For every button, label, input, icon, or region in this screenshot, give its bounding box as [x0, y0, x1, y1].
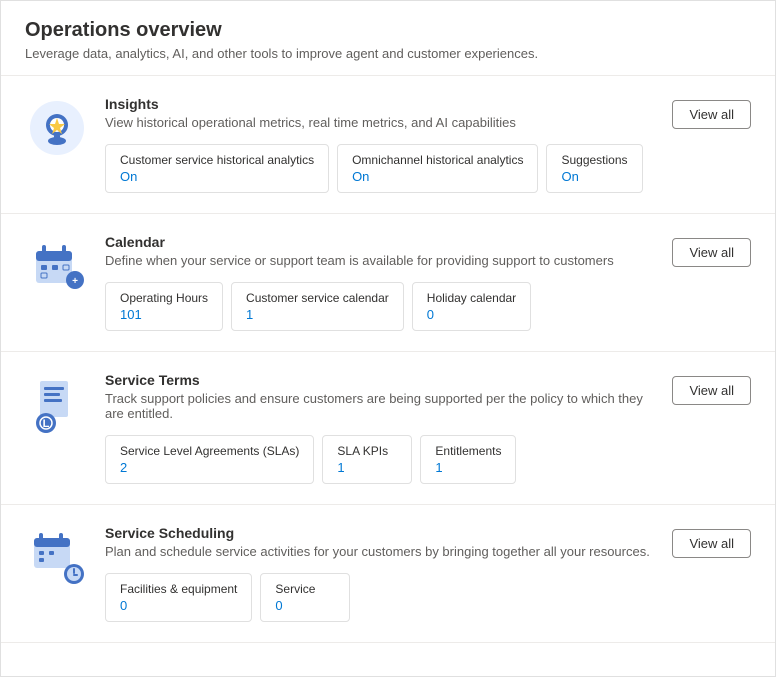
card-calendar-1[interactable]: Customer service calendar 1: [231, 282, 404, 331]
icon-service-terms: L: [25, 372, 89, 436]
card-label-service-scheduling-0: Facilities & equipment: [120, 582, 237, 596]
section-title-service-terms: Service Terms: [105, 372, 656, 388]
section-title-service-scheduling: Service Scheduling: [105, 525, 656, 541]
card-label-insights-2: Suggestions: [561, 153, 627, 167]
card-service-terms-2[interactable]: Entitlements 1: [420, 435, 516, 484]
section-insights: Insights View historical operational metr…: [1, 76, 775, 214]
card-value-insights-1: On: [352, 169, 523, 184]
section-desc-insights: View historical operational metrics, rea…: [105, 115, 656, 130]
section-content-service-scheduling: Service Scheduling Plan and schedule serv…: [105, 525, 656, 622]
section-content-insights: Insights View historical operational metr…: [105, 96, 656, 193]
section-service-terms: L Service Terms Track support policies an…: [1, 352, 775, 505]
card-value-service-terms-1: 1: [337, 460, 397, 475]
svg-text:+: +: [72, 276, 78, 287]
section-title-calendar: Calendar: [105, 234, 656, 250]
card-value-service-scheduling-0: 0: [120, 598, 237, 613]
card-label-insights-0: Customer service historical analytics: [120, 153, 314, 167]
card-value-calendar-0: 101: [120, 307, 208, 322]
card-label-calendar-0: Operating Hours: [120, 291, 208, 305]
section-content-service-terms: Service Terms Track support policies and …: [105, 372, 656, 484]
card-value-service-terms-0: 2: [120, 460, 299, 475]
card-label-calendar-1: Customer service calendar: [246, 291, 389, 305]
card-label-service-terms-2: Entitlements: [435, 444, 501, 458]
section-content-calendar: Calendar Define when your service or supp…: [105, 234, 656, 331]
page-header: Operations overview Leverage data, analy…: [1, 1, 775, 76]
card-value-insights-2: On: [561, 169, 627, 184]
section-cards-calendar: Operating Hours 101 Customer service calen…: [105, 282, 656, 331]
page-subtitle: Leverage data, analytics, AI, and other …: [25, 46, 751, 61]
view-all-button-service-terms[interactable]: View all: [672, 376, 751, 405]
section-calendar: + Calendar Define when your service or su…: [1, 214, 775, 352]
card-calendar-0[interactable]: Operating Hours 101: [105, 282, 223, 331]
section-desc-calendar: Define when your service or support team…: [105, 253, 656, 268]
icon-calendar: +: [25, 234, 89, 298]
card-value-service-terms-2: 1: [435, 460, 501, 475]
view-all-button-service-scheduling[interactable]: View all: [672, 529, 751, 558]
icon-service-scheduling: [25, 525, 89, 589]
section-cards-service-scheduling: Facilities & equipment 0 Service 0: [105, 573, 656, 622]
card-calendar-2[interactable]: Holiday calendar 0: [412, 282, 531, 331]
card-label-service-scheduling-1: Service: [275, 582, 335, 596]
icon-insights: [25, 96, 89, 160]
section-cards-service-terms: Service Level Agreements (SLAs) 2 SLA KPIs…: [105, 435, 656, 484]
card-insights-2[interactable]: Suggestions On: [546, 144, 642, 193]
section-desc-service-scheduling: Plan and schedule service activities for…: [105, 544, 656, 559]
card-service-terms-0[interactable]: Service Level Agreements (SLAs) 2: [105, 435, 314, 484]
card-service-terms-1[interactable]: SLA KPIs 1: [322, 435, 412, 484]
view-all-button-insights[interactable]: View all: [672, 100, 751, 129]
card-value-service-scheduling-1: 0: [275, 598, 335, 613]
section-service-scheduling: Service Scheduling Plan and schedule serv…: [1, 505, 775, 643]
card-service-scheduling-1[interactable]: Service 0: [260, 573, 350, 622]
page-title: Operations overview: [25, 19, 751, 42]
sections-container: Insights View historical operational metr…: [1, 76, 775, 643]
card-label-calendar-2: Holiday calendar: [427, 291, 516, 305]
section-title-insights: Insights: [105, 96, 656, 112]
section-cards-insights: Customer service historical analyticsOnO…: [105, 144, 656, 193]
view-all-button-calendar[interactable]: View all: [672, 238, 751, 267]
card-value-calendar-2: 0: [427, 307, 516, 322]
card-label-insights-1: Omnichannel historical analytics: [352, 153, 523, 167]
card-value-insights-0: On: [120, 169, 314, 184]
section-desc-service-terms: Track support policies and ensure custom…: [105, 391, 656, 421]
card-label-service-terms-0: Service Level Agreements (SLAs): [120, 444, 299, 458]
card-insights-1[interactable]: Omnichannel historical analytics On: [337, 144, 538, 193]
card-label-service-terms-1: SLA KPIs: [337, 444, 397, 458]
card-insights-0[interactable]: Customer service historical analytics On: [105, 144, 329, 193]
card-value-calendar-1: 1: [246, 307, 389, 322]
card-service-scheduling-0[interactable]: Facilities & equipment 0: [105, 573, 252, 622]
